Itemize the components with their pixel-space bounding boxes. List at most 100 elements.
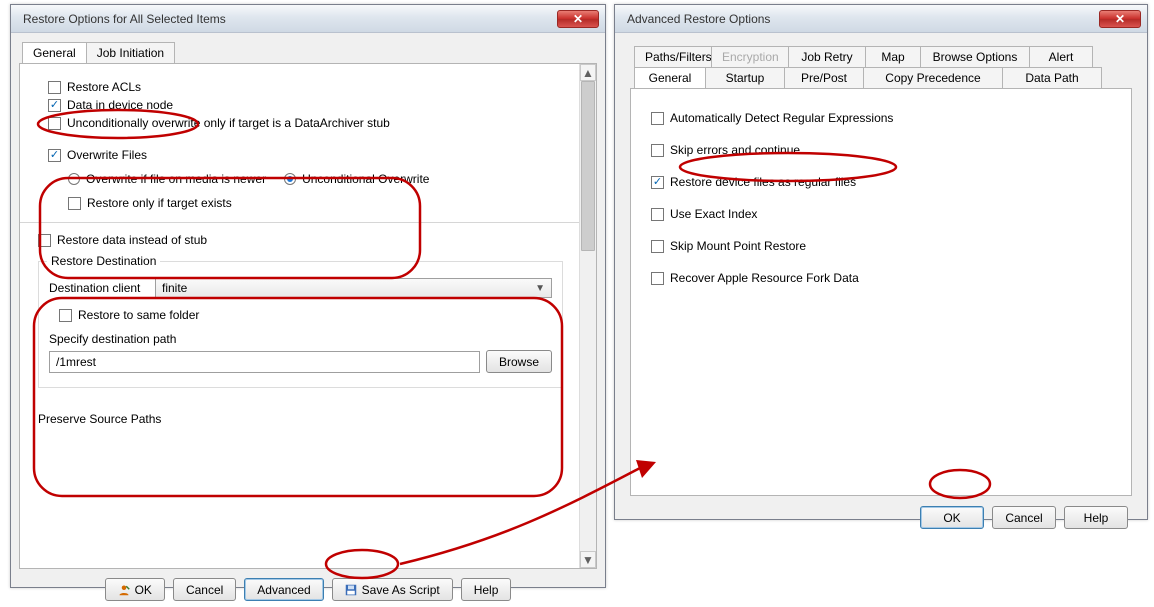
dialog-button-row: OK Cancel Advanced Save As Script Help bbox=[16, 572, 600, 607]
row-auto-detect-regex: Automatically Detect Regular Expressions bbox=[651, 111, 1111, 125]
radio-overwrite-if-newer[interactable] bbox=[68, 173, 80, 185]
scroll-down-button[interactable]: ▼ bbox=[580, 551, 596, 568]
radio-unconditional-overwrite[interactable] bbox=[284, 173, 296, 185]
dialog-client: General Job Initiation Restore ACLs Data… bbox=[16, 38, 600, 582]
tab-alert[interactable]: Alert bbox=[1029, 46, 1093, 67]
row-use-exact-index: Use Exact Index bbox=[651, 207, 1111, 221]
row-dest-path: Browse bbox=[49, 350, 552, 373]
row-overwrite-radios: Overwrite if file on media is newer Unco… bbox=[68, 172, 569, 186]
label-restore-data-instead-stub: Restore data instead of stub bbox=[57, 233, 207, 247]
checkbox-overwrite-files[interactable] bbox=[48, 149, 61, 162]
label-specify-dest-path: Specify destination path bbox=[49, 332, 176, 346]
help-button[interactable]: Help bbox=[1064, 506, 1128, 529]
tab-job-initiation[interactable]: Job Initiation bbox=[86, 42, 175, 63]
titlebar[interactable]: Advanced Restore Options ✕ bbox=[615, 5, 1147, 33]
checkbox-restore-same-folder[interactable] bbox=[59, 309, 72, 322]
row-restore-same-folder: Restore to same folder bbox=[59, 308, 552, 322]
combo-destination-client[interactable]: finite ▼ bbox=[155, 278, 552, 298]
legend-restore-destination: Restore Destination bbox=[47, 254, 160, 268]
vertical-scrollbar[interactable]: ▲ ▼ bbox=[579, 64, 596, 568]
tab-browse-options[interactable]: Browse Options bbox=[920, 46, 1030, 67]
row-overwrite-files: Overwrite Files bbox=[48, 148, 569, 162]
tab-pre-post[interactable]: Pre/Post bbox=[784, 67, 864, 88]
label-use-exact-index: Use Exact Index bbox=[670, 207, 757, 221]
tab-general[interactable]: General bbox=[634, 67, 706, 88]
scroll-track[interactable] bbox=[580, 81, 596, 551]
help-button[interactable]: Help bbox=[461, 578, 512, 601]
tab-job-retry[interactable]: Job Retry bbox=[788, 46, 866, 67]
label-auto-detect-regex: Automatically Detect Regular Expressions bbox=[670, 111, 893, 125]
scroll-up-button[interactable]: ▲ bbox=[580, 64, 596, 81]
label-data-device-node: Data in device node bbox=[67, 98, 173, 112]
label-restore-device-files: Restore device files as regular files bbox=[670, 175, 856, 189]
tab-startup[interactable]: Startup bbox=[705, 67, 785, 88]
scroll-content: Restore ACLs Data in device node Uncondi… bbox=[20, 64, 579, 568]
group-restore-destination: Restore Destination Destination client f… bbox=[38, 261, 563, 388]
cancel-button[interactable]: Cancel bbox=[992, 506, 1056, 529]
row-destination-client: Destination client finite ▼ bbox=[49, 278, 552, 298]
close-button[interactable]: ✕ bbox=[1099, 10, 1141, 28]
combo-destination-client-value: finite bbox=[162, 281, 187, 295]
checkbox-skip-errors[interactable] bbox=[651, 144, 664, 157]
tabpage-general: Restore ACLs Data in device node Uncondi… bbox=[19, 63, 597, 569]
dialog-client: Paths/Filters Encryption Job Retry Map B… bbox=[620, 38, 1142, 514]
row-restore-device-files: Restore device files as regular files bbox=[651, 175, 1111, 189]
cancel-button[interactable]: Cancel bbox=[173, 578, 236, 601]
restore-options-dialog: Restore Options for All Selected Items ✕… bbox=[10, 4, 606, 588]
row-restore-only-target-exists: Restore only if target exists bbox=[68, 196, 569, 210]
row-specify-dest-path-label: Specify destination path bbox=[49, 332, 552, 346]
titlebar[interactable]: Restore Options for All Selected Items ✕ bbox=[11, 5, 605, 33]
close-button[interactable]: ✕ bbox=[557, 10, 599, 28]
ok-button[interactable]: OK bbox=[105, 578, 165, 601]
dialog-title: Advanced Restore Options bbox=[627, 12, 1099, 26]
label-overwrite-if-newer: Overwrite if file on media is newer bbox=[86, 172, 266, 186]
label-uncond-overwrite-stub: Unconditionally overwrite only if target… bbox=[67, 116, 390, 130]
label-restore-same-folder: Restore to same folder bbox=[78, 308, 199, 322]
tabstrip-row1: Paths/Filters Encryption Job Retry Map B… bbox=[624, 46, 1138, 67]
ok-button[interactable]: OK bbox=[920, 506, 984, 529]
dialog-button-row: OK Cancel Help bbox=[624, 496, 1138, 529]
checkbox-recover-apple-fork[interactable] bbox=[651, 272, 664, 285]
scroll-thumb[interactable] bbox=[581, 81, 595, 251]
checkbox-restore-device-files[interactable] bbox=[651, 176, 664, 189]
row-skip-errors: Skip errors and continue bbox=[651, 143, 1111, 157]
tab-general[interactable]: General bbox=[22, 42, 87, 63]
tab-data-path[interactable]: Data Path bbox=[1002, 67, 1102, 88]
label-unconditional-overwrite: Unconditional Overwrite bbox=[302, 172, 429, 186]
label-skip-mount-point: Skip Mount Point Restore bbox=[670, 239, 806, 253]
close-icon: ✕ bbox=[1115, 13, 1125, 25]
checkbox-uncond-overwrite-stub[interactable] bbox=[48, 117, 61, 130]
checkbox-skip-mount-point[interactable] bbox=[651, 240, 664, 253]
tabstrip-row2: General Startup Pre/Post Copy Precedence… bbox=[624, 67, 1138, 88]
checkbox-restore-data-instead-stub[interactable] bbox=[38, 234, 51, 247]
dialog-title: Restore Options for All Selected Items bbox=[23, 12, 557, 26]
advanced-restore-options-dialog: Advanced Restore Options ✕ Paths/Filters… bbox=[614, 4, 1148, 520]
save-as-script-label: Save As Script bbox=[362, 583, 440, 597]
row-data-device-node: Data in device node bbox=[48, 98, 569, 112]
person-icon bbox=[118, 584, 130, 596]
row-uncond-overwrite-stub: Unconditionally overwrite only if target… bbox=[48, 116, 569, 130]
tab-copy-precedence[interactable]: Copy Precedence bbox=[863, 67, 1003, 88]
checkbox-use-exact-index[interactable] bbox=[651, 208, 664, 221]
tab-map[interactable]: Map bbox=[865, 46, 921, 67]
advanced-button[interactable]: Advanced bbox=[244, 578, 323, 601]
label-recover-apple-fork: Recover Apple Resource Fork Data bbox=[670, 271, 859, 285]
label-restore-only-target-exists: Restore only if target exists bbox=[87, 196, 232, 210]
row-recover-apple-fork: Recover Apple Resource Fork Data bbox=[651, 271, 1111, 285]
ok-button-label: OK bbox=[135, 583, 152, 597]
label-restore-acls: Restore ACLs bbox=[67, 80, 141, 94]
row-skip-mount-point: Skip Mount Point Restore bbox=[651, 239, 1111, 253]
checkbox-restore-only-target-exists[interactable] bbox=[68, 197, 81, 210]
browse-button[interactable]: Browse bbox=[486, 350, 552, 373]
tab-paths-filters[interactable]: Paths/Filters bbox=[634, 46, 712, 67]
disk-icon bbox=[345, 584, 357, 596]
checkbox-data-device-node[interactable] bbox=[48, 99, 61, 112]
checkbox-auto-detect-regex[interactable] bbox=[651, 112, 664, 125]
row-restore-data-instead-stub: Restore data instead of stub bbox=[38, 233, 569, 247]
input-destination-path[interactable] bbox=[49, 351, 480, 373]
label-skip-errors: Skip errors and continue bbox=[670, 143, 800, 157]
row-restore-acls: Restore ACLs bbox=[48, 80, 569, 94]
save-as-script-button[interactable]: Save As Script bbox=[332, 578, 453, 601]
tab-encryption[interactable]: Encryption bbox=[711, 46, 789, 67]
checkbox-restore-acls[interactable] bbox=[48, 81, 61, 94]
